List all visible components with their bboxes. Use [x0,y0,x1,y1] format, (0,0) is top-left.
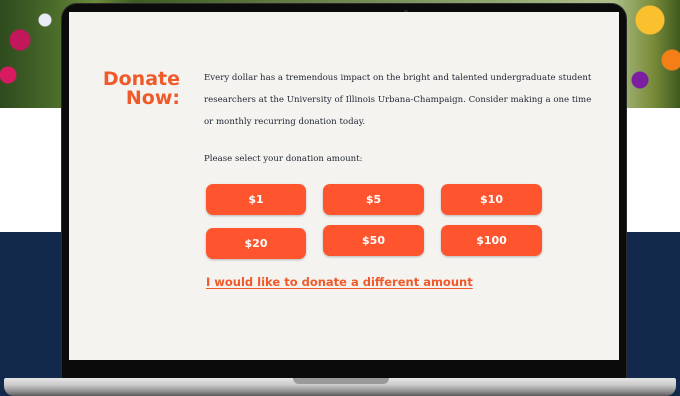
amount-select-label: Please select your donation amount: [204,154,363,164]
amount-button-100[interactable]: $100 [441,225,542,256]
amount-button-50[interactable]: $50 [323,225,424,256]
amount-button-5[interactable]: $5 [323,184,424,215]
different-amount-link[interactable]: I would like to donate a different amoun… [206,275,473,289]
amount-button-1[interactable]: $1 [206,184,306,215]
donate-heading: Donate Now: [92,70,180,108]
amount-button-20[interactable]: $20 [206,228,306,259]
donate-heading-line2: Now: [125,87,180,109]
amount-button-10[interactable]: $10 [441,184,542,215]
intro-text: Every dollar has a tremendous impact on … [204,73,592,127]
laptop-notch [293,378,389,384]
